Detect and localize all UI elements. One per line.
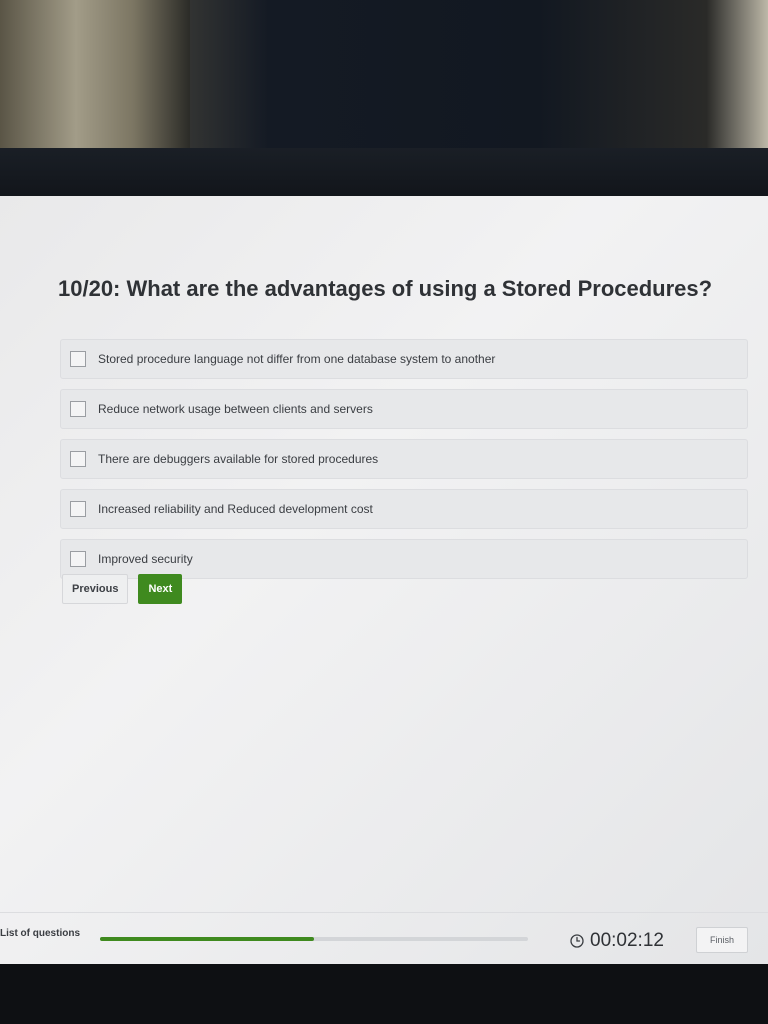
- timer: 00:02:12: [570, 930, 664, 952]
- quiz-footer: List of questions 00:02:12 Finish: [0, 912, 768, 964]
- monitor-bezel-bottom: [0, 964, 768, 1024]
- checkbox[interactable]: [70, 351, 86, 367]
- question-title: 10/20: What are the advantages of using …: [58, 276, 713, 301]
- photo-curtain: [0, 0, 190, 160]
- quiz-screen: 10/20: What are the advantages of using …: [0, 196, 768, 964]
- answer-option[interactable]: Stored procedure language not differ fro…: [60, 339, 748, 379]
- answer-option[interactable]: There are debuggers available for stored…: [60, 439, 748, 479]
- answer-option-label: Increased reliability and Reduced develo…: [98, 502, 373, 516]
- finish-button[interactable]: Finish: [696, 927, 748, 953]
- answer-options: Stored procedure language not differ fro…: [60, 339, 748, 589]
- question-navigation: Previous Next: [62, 574, 183, 604]
- clock-icon: [570, 934, 584, 948]
- checkbox[interactable]: [70, 451, 86, 467]
- answer-option-label: There are debuggers available for stored…: [98, 452, 379, 466]
- answer-option-label: Reduce network usage between clients and…: [98, 402, 373, 416]
- checkbox[interactable]: [70, 501, 86, 517]
- answer-option-label: Stored procedure language not differ fro…: [98, 352, 496, 366]
- list-of-questions-link[interactable]: List of questions: [0, 928, 80, 939]
- answer-option[interactable]: Increased reliability and Reduced develo…: [60, 489, 748, 529]
- progress-bar-fill: [100, 937, 314, 941]
- answer-option-label: Improved security: [98, 552, 193, 566]
- progress-bar: [100, 937, 528, 941]
- timer-value: 00:02:12: [590, 930, 664, 951]
- next-button[interactable]: Next: [138, 574, 183, 604]
- answer-option[interactable]: Reduce network usage between clients and…: [60, 389, 748, 429]
- answer-option[interactable]: Improved security: [60, 539, 748, 579]
- previous-button[interactable]: Previous: [62, 574, 129, 604]
- checkbox[interactable]: [70, 401, 86, 417]
- checkbox[interactable]: [70, 551, 86, 567]
